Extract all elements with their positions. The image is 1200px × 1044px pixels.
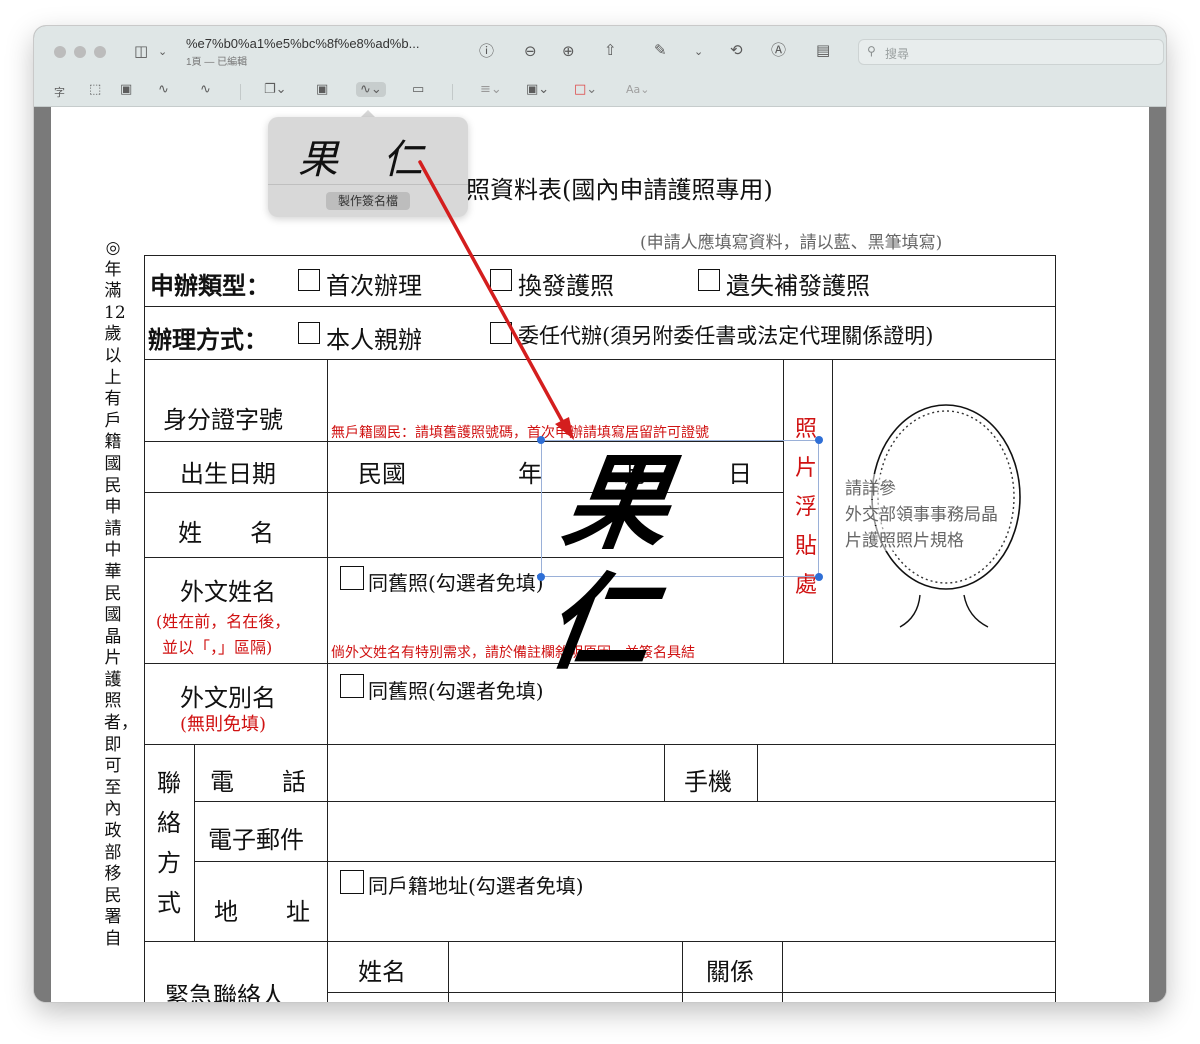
annotation-arrow bbox=[418, 160, 574, 440]
